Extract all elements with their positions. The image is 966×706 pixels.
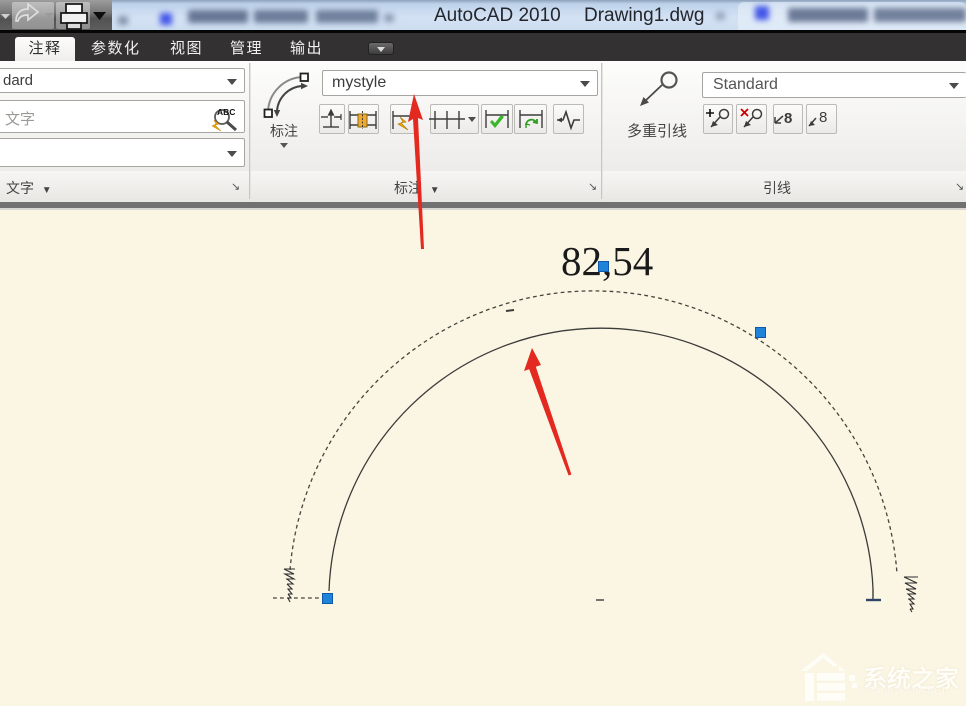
svg-text:8: 8 bbox=[784, 110, 792, 127]
svg-text:ABC: ABC bbox=[217, 107, 235, 117]
svg-text:8: 8 bbox=[819, 109, 827, 126]
